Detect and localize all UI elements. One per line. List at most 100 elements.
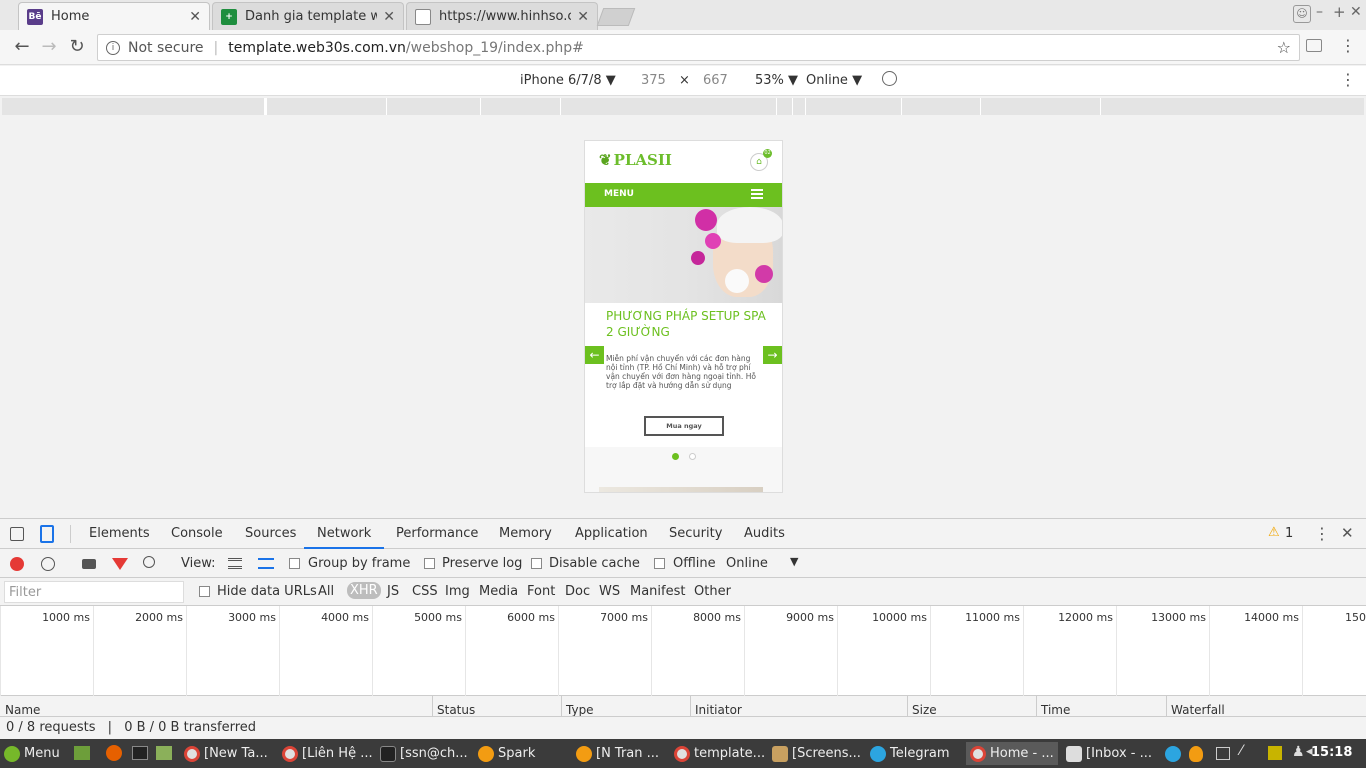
device-toggle-icon[interactable] bbox=[40, 525, 54, 543]
tab-network[interactable]: Network bbox=[304, 526, 385, 549]
close-icon[interactable]: ✕ bbox=[383, 9, 395, 25]
buy-now-button[interactable]: Mua ngay bbox=[644, 416, 724, 436]
tab-elements[interactable]: Elements bbox=[89, 526, 150, 541]
tab-security[interactable]: Security bbox=[669, 526, 722, 541]
start-menu-button[interactable]: Menu bbox=[4, 742, 60, 765]
filter-input[interactable]: Filter bbox=[4, 581, 184, 603]
column-type[interactable]: Type bbox=[566, 703, 594, 716]
filter-img[interactable]: Img bbox=[445, 584, 470, 599]
taskbar-item[interactable]: [Inbox - ... bbox=[1066, 742, 1158, 765]
tab-audits[interactable]: Audits bbox=[744, 526, 785, 541]
tab-sources[interactable]: Sources bbox=[245, 526, 296, 541]
preserve-log-checkbox[interactable] bbox=[424, 558, 435, 569]
warning-icon[interactable]: ⚠ bbox=[1268, 525, 1280, 540]
filter-icon[interactable] bbox=[112, 558, 128, 570]
spark-tray-icon[interactable] bbox=[1189, 746, 1203, 762]
files-icon[interactable] bbox=[156, 746, 172, 760]
tab-console[interactable]: Console bbox=[171, 526, 223, 541]
camera-icon[interactable] bbox=[1306, 39, 1322, 52]
tab-performance[interactable]: Performance bbox=[396, 526, 478, 541]
disable-cache-checkbox[interactable] bbox=[531, 558, 542, 569]
reload-icon[interactable]: ↻ bbox=[65, 36, 89, 58]
filter-js[interactable]: JS bbox=[387, 584, 399, 599]
media-query-bar[interactable] bbox=[2, 98, 1364, 115]
filter-xhr[interactable]: XHR bbox=[347, 582, 381, 599]
site-logo[interactable]: ❦ PLASII bbox=[599, 151, 672, 169]
filter-font[interactable]: Font bbox=[527, 584, 555, 599]
close-icon[interactable]: ✕ bbox=[189, 9, 201, 25]
slide-dot-active[interactable] bbox=[672, 453, 679, 460]
terminal-icon[interactable] bbox=[132, 746, 148, 760]
tab-memory[interactable]: Memory bbox=[499, 526, 552, 541]
clock[interactable]: 15:18 bbox=[1311, 745, 1352, 760]
viewport-width[interactable]: 375 bbox=[641, 73, 666, 88]
close-icon[interactable]: ✕ bbox=[577, 9, 589, 25]
site-menu-bar[interactable]: MENU bbox=[585, 183, 782, 207]
devtools-menu-icon[interactable]: ⋮ bbox=[1314, 524, 1330, 543]
viewport-height[interactable]: 667 bbox=[703, 73, 728, 88]
column-initiator[interactable]: Initiator bbox=[695, 703, 742, 716]
firefox-icon[interactable] bbox=[106, 745, 122, 761]
address-bar[interactable]: i Not secure | template.web30s.com.vn/we… bbox=[97, 34, 1300, 61]
column-waterfall[interactable]: Waterfall bbox=[1171, 703, 1225, 716]
offline-checkbox[interactable] bbox=[654, 558, 665, 569]
slide-dot[interactable] bbox=[689, 453, 696, 460]
column-status[interactable]: Status bbox=[437, 703, 475, 716]
device-more-icon[interactable]: ⋮ bbox=[1340, 70, 1356, 89]
zoom-select[interactable]: 53% ▼ bbox=[755, 73, 798, 88]
taskbar-item[interactable]: [Liên Hệ ... bbox=[282, 742, 374, 765]
taskbar-item[interactable]: Spark bbox=[478, 742, 570, 765]
clear-icon[interactable] bbox=[41, 557, 55, 571]
info-icon[interactable]: i bbox=[106, 40, 120, 55]
network-tray-icon[interactable] bbox=[1268, 746, 1282, 760]
back-arrow-icon[interactable]: ← bbox=[10, 36, 34, 58]
taskbar-item[interactable]: [New Ta... bbox=[184, 742, 276, 765]
window-close-icon[interactable]: ✕ bbox=[1350, 4, 1362, 20]
forward-arrow-icon[interactable]: → bbox=[37, 36, 61, 58]
prev-slide-arrow-icon[interactable]: ← bbox=[585, 346, 604, 364]
filter-doc[interactable]: Doc bbox=[565, 584, 590, 599]
devtools-close-icon[interactable]: ✕ bbox=[1341, 524, 1354, 542]
column-name[interactable]: Name bbox=[5, 703, 40, 716]
record-icon[interactable] bbox=[10, 557, 24, 571]
filter-media[interactable]: Media bbox=[479, 584, 518, 599]
search-icon[interactable] bbox=[143, 556, 155, 568]
terminal-tray-icon[interactable]: ⁄ bbox=[1240, 743, 1242, 759]
column-time[interactable]: Time bbox=[1041, 703, 1070, 716]
taskbar-item[interactable]: Telegram bbox=[870, 742, 962, 765]
more-menu-icon[interactable]: ⋮ bbox=[1340, 36, 1356, 55]
filter-all[interactable]: All bbox=[318, 584, 334, 599]
column-size[interactable]: Size bbox=[912, 703, 937, 716]
filter-manifest[interactable]: Manifest bbox=[630, 584, 685, 599]
inspect-element-icon[interactable] bbox=[10, 527, 24, 541]
filter-css[interactable]: CSS bbox=[412, 584, 438, 599]
hide-data-urls-checkbox[interactable] bbox=[199, 586, 210, 597]
tab-application[interactable]: Application bbox=[575, 526, 648, 541]
hamburger-icon[interactable] bbox=[751, 189, 763, 199]
taskbar-item[interactable]: [Screens... bbox=[772, 742, 864, 765]
tab-danh-gia[interactable]: + Danh gia template web30s ✕ bbox=[212, 2, 404, 30]
clipboard-tray-icon[interactable] bbox=[1216, 747, 1230, 760]
device-select[interactable]: iPhone 6/7/8 ▼ bbox=[520, 73, 616, 88]
maximize-icon[interactable]: + bbox=[1333, 3, 1346, 21]
overview-icon[interactable] bbox=[258, 558, 274, 569]
taskbar-item[interactable]: template... bbox=[674, 742, 766, 765]
show-desktop-icon[interactable] bbox=[74, 746, 90, 760]
tab-hinhso[interactable]: https://www.hinhso.com ✕ bbox=[406, 2, 598, 30]
filter-ws[interactable]: WS bbox=[599, 584, 620, 599]
bookmark-star-icon[interactable]: ☆ bbox=[1277, 38, 1291, 57]
throttle-select[interactable]: Online bbox=[726, 556, 768, 571]
taskbar-item[interactable]: [N Tran ... bbox=[576, 742, 668, 765]
next-slide-arrow-icon[interactable]: → bbox=[763, 346, 782, 364]
minimize-icon[interactable]: – bbox=[1316, 4, 1323, 20]
new-tab-button[interactable] bbox=[596, 8, 636, 26]
profile-icon[interactable]: ☺ bbox=[1293, 5, 1311, 23]
tab-home[interactable]: Bē Home ✕ bbox=[18, 2, 210, 30]
chevron-down-icon[interactable]: ▼ bbox=[790, 555, 798, 568]
taskbar-item-active[interactable]: Home - ... bbox=[966, 742, 1058, 765]
group-by-frame-checkbox[interactable] bbox=[289, 558, 300, 569]
taskbar-item[interactable]: [ssn@ch... bbox=[380, 742, 472, 765]
rotate-icon[interactable] bbox=[882, 71, 897, 86]
user-tray-icon[interactable]: ♟ bbox=[1292, 744, 1305, 760]
large-rows-icon[interactable] bbox=[228, 558, 242, 569]
